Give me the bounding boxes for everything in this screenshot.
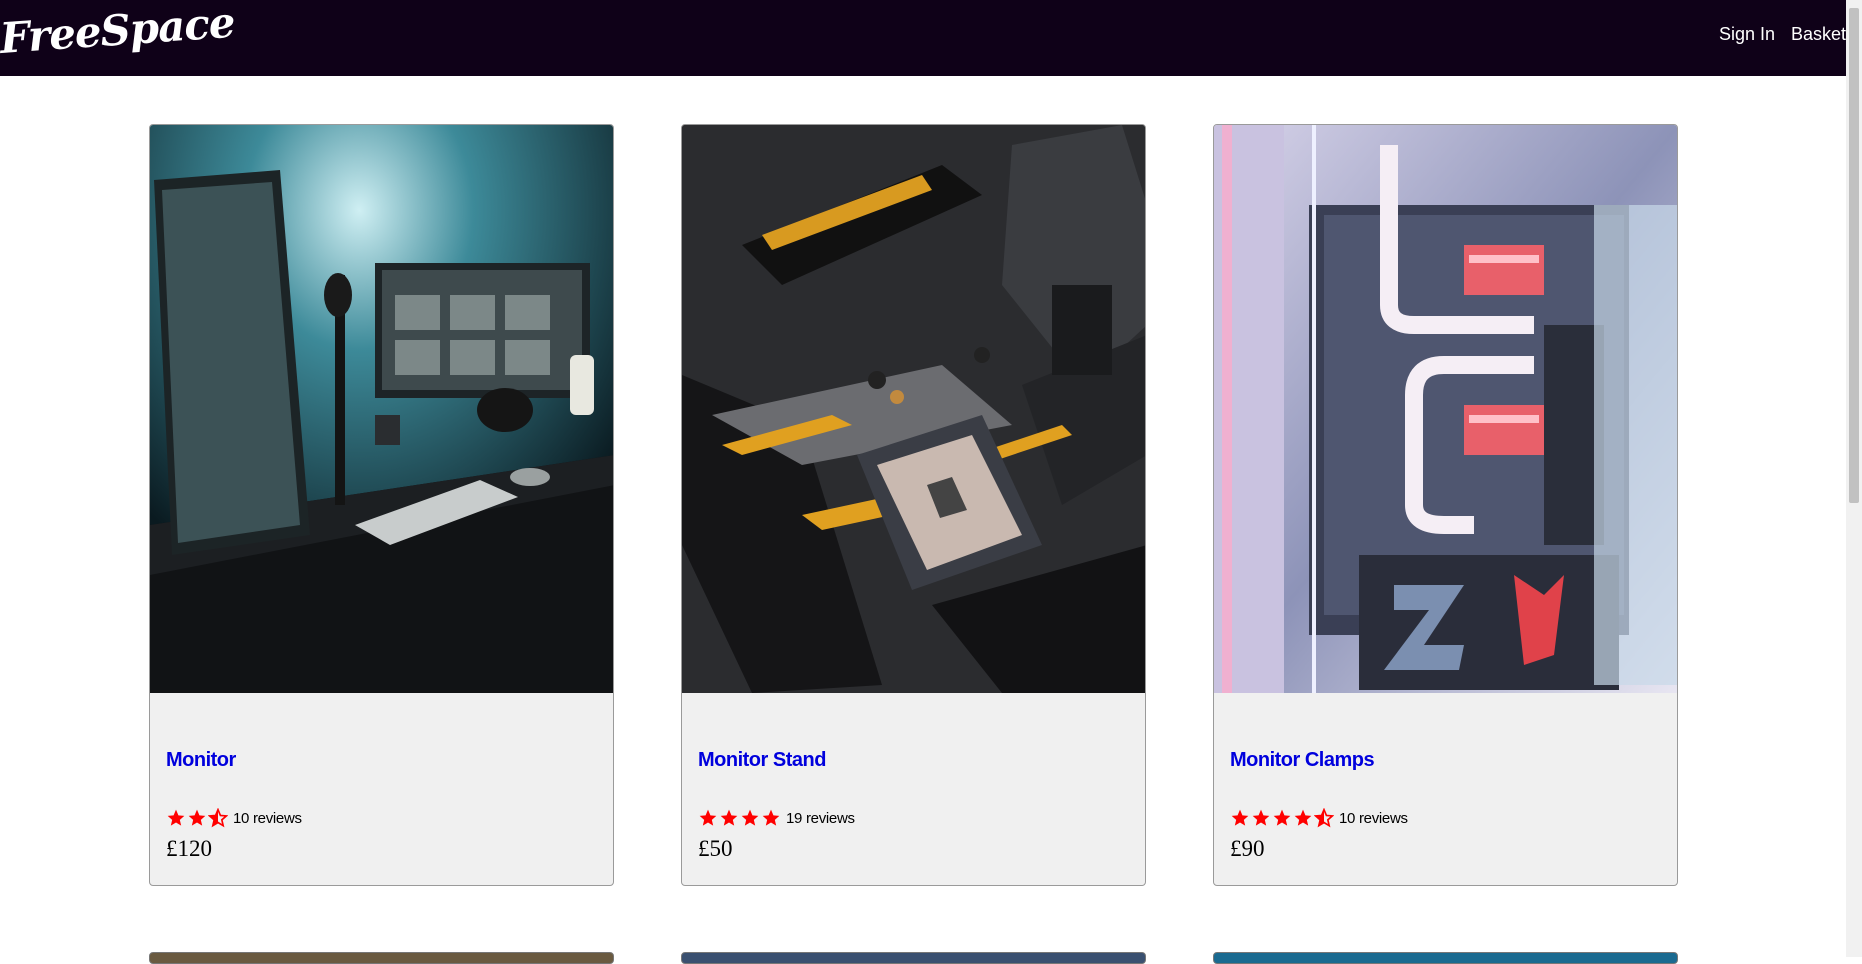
star-full-icon (1294, 809, 1312, 826)
product-price: £50 (698, 836, 733, 861)
freespace-logo[interactable]: FreeSpace (0, 0, 236, 63)
star-full-icon (762, 809, 780, 826)
product-title-link[interactable]: Monitor (166, 749, 236, 772)
product-price: £120 (166, 836, 212, 861)
star-rating (166, 808, 228, 828)
star-full-icon (1252, 809, 1270, 826)
product-card[interactable]: Monitor Clamps 10 reviews £90 (1213, 124, 1678, 886)
basket-link[interactable]: Basket (1791, 24, 1846, 45)
sign-in-link[interactable]: Sign In (1719, 24, 1775, 45)
product-card[interactable]: Monitor Stand 19 reviews £50 (681, 124, 1146, 886)
product-card-partial[interactable] (149, 952, 614, 964)
product-image-motherboard[interactable] (682, 125, 1145, 693)
product-price: £90 (1230, 836, 1265, 861)
star-full-icon (1273, 809, 1291, 826)
star-full-icon (167, 809, 185, 826)
scrollbar-thumb[interactable] (1849, 8, 1859, 503)
product-image-pc-interior[interactable] (1214, 125, 1677, 693)
star-half-icon (208, 808, 228, 828)
product-card[interactable]: Monitor 10 reviews £120 (149, 124, 614, 886)
review-count[interactable]: 10 reviews (1339, 810, 1408, 827)
product-card-partial[interactable] (681, 952, 1146, 964)
star-full-icon (188, 809, 206, 826)
product-image-desk-setup[interactable] (150, 125, 613, 693)
product-rating: 19 reviews (698, 806, 855, 830)
product-card-partial[interactable] (1213, 952, 1678, 964)
star-full-icon (720, 809, 738, 826)
star-full-icon (741, 809, 759, 826)
star-rating (698, 808, 781, 828)
review-count[interactable]: 19 reviews (786, 810, 855, 827)
top-navbar: FreeSpace Sign In Basket (0, 0, 1846, 76)
star-rating (1230, 808, 1334, 828)
product-title-link[interactable]: Monitor Clamps (1230, 749, 1375, 772)
product-rating: 10 reviews (1230, 806, 1408, 830)
product-title-link[interactable]: Monitor Stand (698, 749, 826, 772)
star-full-icon (699, 809, 717, 826)
product-rating: 10 reviews (166, 806, 302, 830)
page-scrollbar[interactable] (1846, 0, 1862, 957)
review-count[interactable]: 10 reviews (233, 810, 302, 827)
star-half-icon (1314, 808, 1334, 828)
star-full-icon (1231, 809, 1249, 826)
